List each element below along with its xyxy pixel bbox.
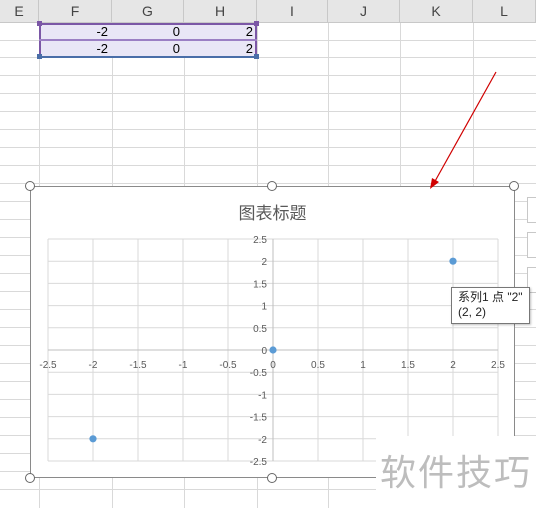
y-tick-label: -1.5 (250, 413, 268, 424)
watermark: 软件技巧 (376, 436, 536, 508)
scatter-chart[interactable]: 图表标题 -2.5 -2 -1.5 -1 -0.5 0 0.5 1 1.5 2 2.5 2.5 2 1.5… (30, 186, 515, 478)
cell-g2[interactable]: 0 (112, 40, 184, 57)
data-point[interactable] (449, 257, 457, 265)
y-tick-label: 0.5 (253, 324, 267, 335)
y-tick-label: 2.5 (253, 235, 267, 246)
cell-g1[interactable]: 0 (112, 23, 184, 40)
y-tick-label: -2 (258, 435, 267, 446)
chart-elements-button[interactable] (527, 197, 536, 223)
x-tick-label: -2.5 (39, 360, 57, 371)
data-point[interactable] (89, 435, 97, 443)
y-tick-label: 1.5 (253, 279, 267, 290)
x-tick-label: 2 (450, 360, 456, 371)
watermark-text: 软件技巧 (380, 453, 533, 494)
x-tick-label: 0.5 (311, 360, 325, 371)
x-tick-label: -0.5 (219, 360, 237, 371)
y-tick-label: 2 (261, 257, 267, 268)
x-tick-label: 0 (270, 360, 276, 371)
chart-resize-handle-tl[interactable] (25, 181, 35, 191)
y-tick-label: -0.5 (250, 368, 268, 379)
x-tick-label: -1.5 (129, 360, 147, 371)
tooltip-coordinates: (2, 2) (458, 305, 487, 319)
y-tick-label: -2.5 (250, 457, 268, 468)
chart-styles-button[interactable] (527, 232, 536, 258)
tooltip-series-point: 系列1 点 "2" (458, 290, 523, 304)
chart-resize-handle-tc[interactable] (267, 181, 277, 191)
x-tick-label: -1 (179, 360, 188, 371)
x-tick-label: -2 (89, 360, 98, 371)
cell-f1[interactable]: -2 (39, 23, 112, 40)
chart-resize-handle-tr[interactable] (509, 181, 519, 191)
y-tick-label: 1 (261, 302, 267, 313)
x-tick-label: 1 (360, 360, 366, 371)
y-tick-label: 0 (261, 346, 267, 357)
y-tick-label: -1 (258, 390, 267, 401)
chart-resize-handle-bl[interactable] (25, 473, 35, 483)
cell-h2[interactable]: 2 (184, 40, 257, 57)
x-tick-label: 1.5 (401, 360, 415, 371)
x-tick-label: 2.5 (491, 360, 505, 371)
cell-f2[interactable]: -2 (39, 40, 112, 57)
plot-area[interactable]: -2.5 -2 -1.5 -1 -0.5 0 0.5 1 1.5 2 2.52.521.510.50… (31, 187, 514, 477)
data-point-tooltip: 系列1 点 "2" (2, 2) (451, 287, 530, 324)
chart-resize-handle-bc[interactable] (267, 473, 277, 483)
data-point[interactable] (269, 346, 277, 354)
cell-h1[interactable]: 2 (184, 23, 257, 40)
